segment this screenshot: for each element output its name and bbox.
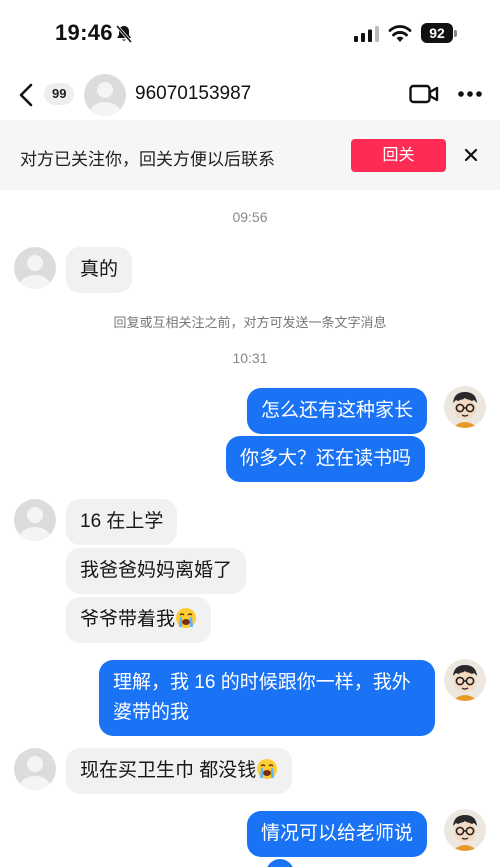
follow-back-button[interactable]: 回关: [351, 139, 446, 172]
incoming-message[interactable]: 16 在上学: [66, 499, 178, 545]
user-avatar[interactable]: [444, 809, 486, 851]
message-timestamp: 09:56: [232, 209, 268, 225]
outgoing-message[interactable]: 情况可以给老师说: [247, 811, 428, 857]
message-line: 婆带的我: [113, 702, 190, 723]
signal-icon: [354, 26, 379, 42]
battery-tip: [454, 30, 457, 37]
message-line: 理解，我 16 的时候跟你一样，我外: [113, 672, 411, 693]
more-icon[interactable]: [457, 90, 483, 98]
video-call-icon[interactable]: [409, 83, 439, 105]
outgoing-message[interactable]: 你多大？还在读书吗: [226, 436, 426, 482]
back-chevron-icon[interactable]: [16, 82, 38, 108]
battery-level: 92: [421, 23, 453, 43]
banner-text: 对方已关注你，回关方便以后联系: [20, 150, 275, 169]
status-time: 19:46: [55, 20, 113, 45]
incoming-message[interactable]: 爷爷带着我: [66, 597, 212, 643]
system-note: 回复或互相关注之前，对方可发送一条文字消息: [113, 315, 387, 330]
chat-header: 99 96070153987: [0, 68, 500, 120]
battery-indicator: 92: [421, 23, 457, 43]
contact-avatar[interactable]: [14, 247, 56, 289]
contact-avatar[interactable]: [14, 499, 56, 541]
outgoing-message-partial[interactable]: [266, 859, 294, 867]
outgoing-message[interactable]: 怎么还有这种家长: [247, 388, 428, 434]
message-text: 现在买卫生巾 都没钱: [80, 760, 257, 781]
message-text: 爷爷带着我: [80, 609, 176, 630]
contact-avatar[interactable]: [84, 74, 126, 116]
outgoing-message[interactable]: 理解，我 16 的时候跟你一样，我外 婆带的我: [99, 660, 435, 736]
unread-count-badge[interactable]: 99: [44, 83, 75, 105]
incoming-message[interactable]: 我爸爸妈妈离婚了: [66, 548, 247, 594]
contact-avatar[interactable]: [14, 748, 56, 790]
incoming-message[interactable]: 真的: [66, 247, 133, 293]
status-bar: 19:46 92: [0, 0, 500, 68]
close-icon[interactable]: [462, 146, 480, 164]
contact-name[interactable]: 96070153987: [135, 83, 251, 105]
user-avatar[interactable]: [444, 386, 486, 428]
incoming-message[interactable]: 现在买卫生巾 都没钱: [66, 748, 293, 794]
user-avatar[interactable]: [444, 659, 486, 701]
follow-back-banner: 对方已关注你，回关方便以后联系 回关: [0, 120, 500, 190]
bell-slash-icon: [115, 25, 133, 43]
crying-emoji-icon: [257, 759, 278, 779]
crying-emoji-icon: [176, 608, 197, 628]
wifi-icon: [388, 25, 412, 42]
message-timestamp: 10:31: [232, 350, 268, 366]
